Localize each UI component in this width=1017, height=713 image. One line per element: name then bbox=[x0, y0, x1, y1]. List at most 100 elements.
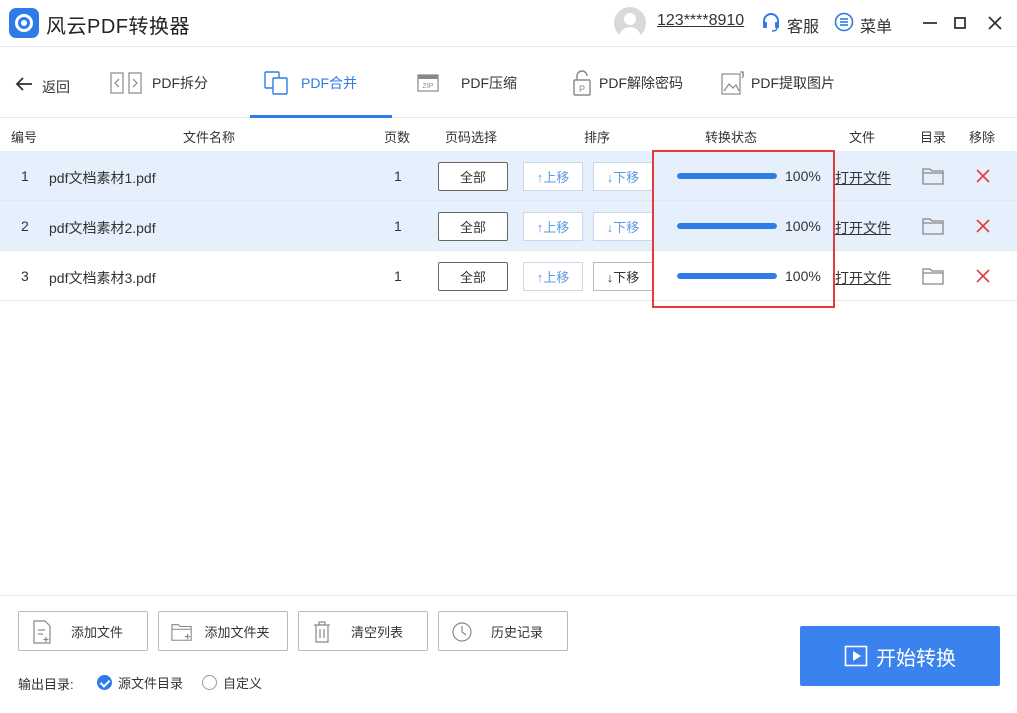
header-page-select: 页码选择 bbox=[445, 130, 498, 145]
header-remove: 移除 bbox=[969, 130, 996, 145]
header-status: 转换状态 bbox=[705, 130, 758, 145]
table-header: 编号 文件名称 页数 页码选择 排序 转换状态 文件 目录 移除 bbox=[0, 119, 1017, 151]
row-pages: 1 bbox=[394, 268, 402, 284]
remove-icon[interactable] bbox=[975, 168, 991, 184]
add-file-label: 添加文件 bbox=[70, 624, 123, 640]
add-folder-label: 添加文件夹 bbox=[204, 624, 270, 640]
move-up-button[interactable]: ↑上移 bbox=[523, 162, 583, 191]
move-down-button[interactable]: ↓下移 bbox=[593, 262, 653, 291]
back-button[interactable]: 返回 bbox=[14, 72, 70, 96]
header-dir: 目录 bbox=[920, 130, 947, 145]
folder-icon[interactable] bbox=[922, 216, 944, 236]
progress-bar bbox=[677, 223, 777, 229]
progress-bar bbox=[677, 273, 777, 279]
back-label: 返回 bbox=[42, 78, 70, 95]
progress-fill bbox=[677, 223, 777, 229]
source-radio[interactable] bbox=[97, 675, 112, 690]
tab-pdf-merge[interactable]: PDF合并 bbox=[263, 48, 357, 118]
tab-pdf-extract-images[interactable]: PDF提取图片 bbox=[720, 48, 835, 118]
arrow-left-icon bbox=[15, 77, 32, 91]
table-row[interactable]: 2 pdf文档素材2.pdf 1 全部 ↑上移 ↓下移 100% 打开文件 bbox=[0, 201, 1017, 251]
row-num: 1 bbox=[21, 168, 29, 184]
maximize-icon[interactable] bbox=[947, 10, 973, 36]
header-pages: 页数 bbox=[384, 130, 411, 145]
merge-icon bbox=[264, 71, 288, 95]
table-row[interactable]: 3 pdf文档素材3.pdf 1 全部 ↑上移 ↓下移 100% 打开文件 bbox=[0, 251, 1017, 301]
progress-text: 100% bbox=[785, 268, 821, 284]
progress-text: 100% bbox=[785, 218, 821, 234]
tab-label: PDF拆分 bbox=[152, 75, 208, 91]
svg-text:P: P bbox=[579, 84, 585, 94]
history-label: 历史记录 bbox=[490, 624, 543, 640]
unlock-icon: P bbox=[573, 70, 591, 96]
output-dir-label: 输出目录: bbox=[18, 677, 74, 692]
title-bar: 风云PDF转换器 123****8910 客服 菜单 bbox=[0, 0, 1017, 47]
open-file-link[interactable]: 打开文件 bbox=[835, 268, 891, 288]
zip-icon: ZIP bbox=[417, 74, 439, 92]
folder-icon[interactable] bbox=[922, 166, 944, 186]
header-name: 文件名称 bbox=[183, 130, 236, 145]
menu-button[interactable]: 菜单 bbox=[860, 13, 892, 37]
history-button[interactable]: 历史记录 bbox=[438, 611, 568, 651]
output-source-option[interactable]: 源文件目录 bbox=[97, 673, 183, 692]
page-select-button[interactable]: 全部 bbox=[438, 212, 508, 241]
tab-label: PDF合并 bbox=[301, 75, 357, 91]
app-title: 风云PDF转换器 bbox=[46, 16, 190, 38]
source-option-label: 源文件目录 bbox=[118, 676, 184, 691]
move-down-button[interactable]: ↓下移 bbox=[593, 212, 653, 241]
clear-list-label: 清空列表 bbox=[350, 624, 403, 640]
tab-pdf-compress[interactable]: ZIP PDF压缩 bbox=[417, 48, 517, 118]
close-icon[interactable] bbox=[982, 10, 1008, 36]
row-file-name: pdf文档素材1.pdf bbox=[49, 170, 156, 186]
split-icon bbox=[110, 72, 142, 94]
page-select-button[interactable]: 全部 bbox=[438, 262, 508, 291]
remove-icon[interactable] bbox=[975, 268, 991, 284]
menu-icon[interactable] bbox=[834, 12, 854, 32]
move-up-button[interactable]: ↑上移 bbox=[523, 212, 583, 241]
active-tab-indicator bbox=[250, 115, 392, 118]
open-file-link[interactable]: 打开文件 bbox=[835, 168, 891, 188]
progress-bar bbox=[677, 173, 777, 179]
table-row[interactable]: 1 pdf文档素材1.pdf 1 全部 ↑上移 ↓下移 100% 打开文件 bbox=[0, 151, 1017, 201]
progress-fill bbox=[677, 173, 777, 179]
tab-label: PDF提取图片 bbox=[751, 75, 835, 91]
open-file-link[interactable]: 打开文件 bbox=[835, 218, 891, 238]
add-folder-button[interactable]: 添加文件夹 bbox=[158, 611, 288, 651]
user-avatar[interactable] bbox=[614, 7, 646, 39]
row-file-name: pdf文档素材3.pdf bbox=[49, 270, 156, 286]
progress-fill bbox=[677, 273, 777, 279]
headset-icon[interactable] bbox=[761, 12, 781, 32]
tab-label: PDF解除密码 bbox=[599, 75, 683, 91]
remove-icon[interactable] bbox=[975, 218, 991, 234]
page-select-button[interactable]: 全部 bbox=[438, 162, 508, 191]
move-up-button[interactable]: ↑上移 bbox=[523, 262, 583, 291]
row-pages: 1 bbox=[394, 218, 402, 234]
user-name-link[interactable]: 123****8910 bbox=[657, 12, 744, 30]
header-file: 文件 bbox=[849, 130, 876, 145]
image-icon bbox=[721, 71, 745, 95]
custom-option-label: 自定义 bbox=[223, 676, 263, 691]
start-convert-label: 开始转换 bbox=[876, 647, 956, 670]
row-file-name: pdf文档素材2.pdf bbox=[49, 220, 156, 236]
row-num: 3 bbox=[21, 268, 29, 284]
play-icon bbox=[844, 645, 868, 667]
tab-pdf-split[interactable]: PDF拆分 bbox=[110, 48, 208, 118]
tab-pdf-unlock[interactable]: P PDF解除密码 bbox=[572, 48, 683, 118]
row-pages: 1 bbox=[394, 168, 402, 184]
minimize-icon[interactable] bbox=[917, 10, 943, 36]
bottom-divider bbox=[0, 595, 1017, 596]
function-tabs: 返回 PDF拆分 PDF合并 ZIP PDF压缩 P PDF解除密码 PDF提取… bbox=[0, 48, 1017, 118]
move-down-button[interactable]: ↓下移 bbox=[593, 162, 653, 191]
output-custom-option[interactable]: 自定义 bbox=[202, 673, 262, 692]
row-num: 2 bbox=[21, 218, 29, 234]
header-order: 排序 bbox=[584, 130, 611, 145]
custom-radio[interactable] bbox=[202, 675, 217, 690]
start-convert-button[interactable]: 开始转换 bbox=[800, 626, 1000, 686]
clear-list-button[interactable]: 清空列表 bbox=[298, 611, 428, 651]
progress-text: 100% bbox=[785, 168, 821, 184]
service-button[interactable]: 客服 bbox=[787, 13, 819, 37]
tab-label: PDF压缩 bbox=[461, 75, 517, 91]
folder-icon[interactable] bbox=[922, 266, 944, 286]
add-file-button[interactable]: 添加文件 bbox=[18, 611, 148, 651]
header-num: 编号 bbox=[11, 130, 38, 145]
